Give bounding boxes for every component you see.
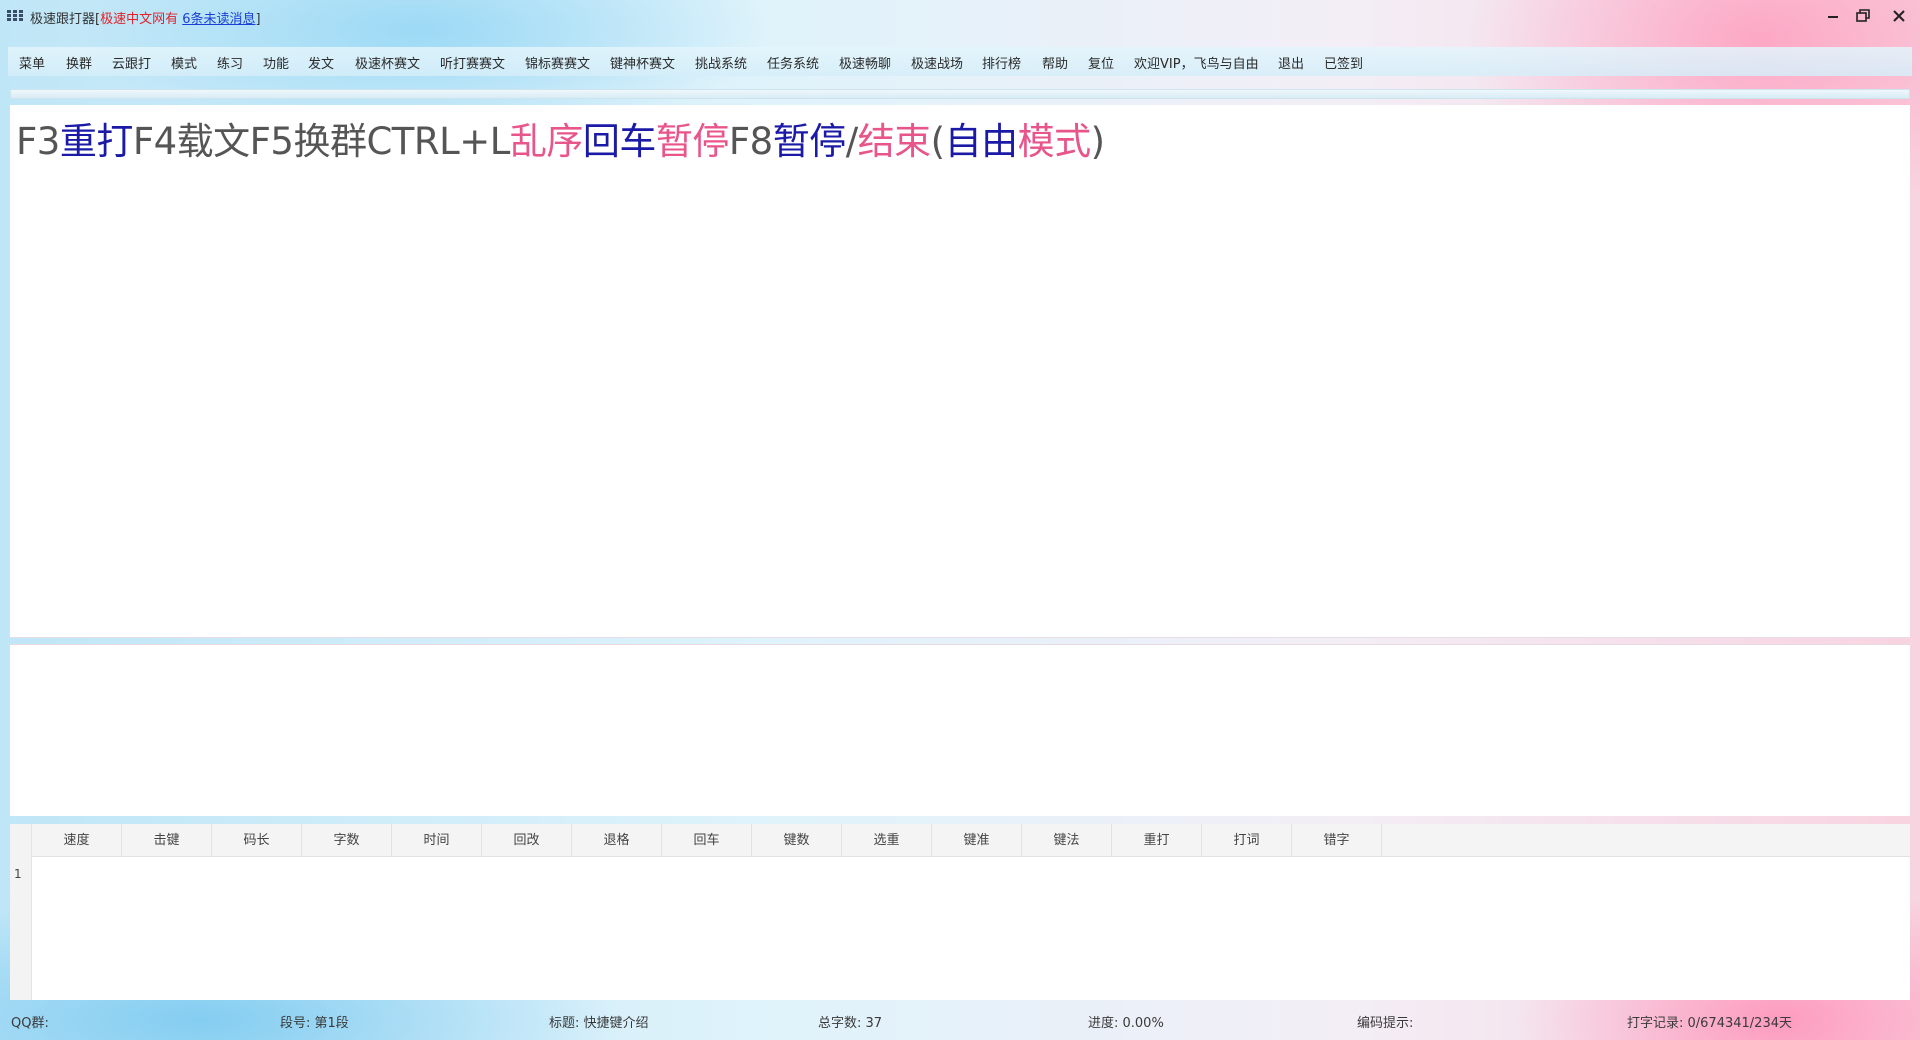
window-title: 极速跟打器[极速中文网有 6条未读消息]: [30, 8, 261, 27]
menu-item-leaderboard[interactable]: 排行榜: [982, 53, 1021, 72]
row-number: 1: [14, 867, 22, 881]
text-run: ): [1090, 120, 1105, 163]
column-wrong-chars[interactable]: 错字: [1292, 824, 1382, 857]
text-run: /: [845, 120, 858, 163]
column-backspace[interactable]: 退格: [572, 824, 662, 857]
menu-item-send-text[interactable]: 发文: [308, 53, 334, 72]
minimize-icon[interactable]: [1823, 6, 1843, 26]
menu-item-chat[interactable]: 极速畅聊: [839, 53, 891, 72]
text-run: 模式: [1017, 120, 1092, 163]
text-run: 结束: [857, 120, 932, 163]
column-revisions[interactable]: 回改: [482, 824, 572, 857]
menu-item-championship[interactable]: 锦标赛赛文: [525, 53, 590, 72]
close-icon[interactable]: [1889, 6, 1909, 26]
column-code-length[interactable]: 码长: [212, 824, 302, 857]
typing-input-area[interactable]: [10, 644, 1910, 816]
column-time[interactable]: 时间: [392, 824, 482, 857]
text-run: 暂停: [655, 120, 730, 163]
source-text-panel[interactable]: F3重打F4载文F5换群CTRL+L乱序回车暂停F8暂停/结束(自由模式): [10, 105, 1910, 638]
title-prefix: 极速跟打器[: [30, 12, 101, 27]
text-run: F3: [16, 120, 60, 163]
results-table: 速度 击键 码长 字数 时间 回改 退格 回车 键数 选重 键准 键法 重打 打…: [10, 824, 1910, 1000]
status-progress: 进度: 0.00%: [1088, 1016, 1164, 1031]
menu-item-switch-group[interactable]: 换群: [66, 53, 92, 72]
text-run: F8: [728, 120, 773, 163]
title-site: 极速中文网有: [100, 12, 179, 27]
app-menu-icon[interactable]: [7, 10, 23, 22]
status-code-hint: 编码提示:: [1357, 1016, 1414, 1031]
menu-item-tasks[interactable]: 任务系统: [767, 53, 819, 72]
text-run: F4载文F5换群CTRL+L: [132, 120, 511, 163]
column-word-typing[interactable]: 打词: [1202, 824, 1292, 857]
text-run: 暂停: [772, 120, 847, 163]
text-run: 乱序: [509, 120, 584, 163]
unread-messages-link[interactable]: 6条未读消息: [182, 12, 255, 27]
title-suffix: ]: [255, 12, 261, 27]
status-title: 标题: 快捷键介绍: [549, 1016, 649, 1031]
status-total-chars: 总字数: 37: [818, 1016, 883, 1031]
menu-item-challenge[interactable]: 挑战系统: [695, 53, 747, 72]
column-keystroke[interactable]: 击键: [122, 824, 212, 857]
menu-item-speed-cup[interactable]: 极速杯赛文: [355, 53, 420, 72]
menu-item-help[interactable]: 帮助: [1042, 53, 1068, 72]
menu-item-cloud-follow[interactable]: 云跟打: [112, 53, 151, 72]
menu-item-functions[interactable]: 功能: [263, 53, 289, 72]
menu-item-keygod-cup[interactable]: 键神杯赛文: [610, 53, 675, 72]
menu-item-listen-race[interactable]: 听打赛赛文: [440, 53, 505, 72]
status-typing-record: 打字记录: 0/674341/234天: [1627, 1016, 1792, 1031]
menu-item-practice[interactable]: 练习: [217, 53, 243, 72]
menu-item-menu[interactable]: 菜单: [19, 53, 45, 72]
column-key-method[interactable]: 键法: [1022, 824, 1112, 857]
menu-item-reset[interactable]: 复位: [1088, 53, 1114, 72]
status-bar: QQ群: 段号: 第1段 标题: 快捷键介绍 总字数: 37 进度: 0.00%…: [0, 1006, 1920, 1034]
restore-icon[interactable]: [1853, 6, 1873, 26]
source-text: F3重打F4载文F5换群CTRL+L乱序回车暂停F8暂停/结束(自由模式): [16, 111, 1105, 165]
menu-item-signed-in[interactable]: 已签到: [1324, 53, 1363, 72]
status-segment: 段号: 第1段: [280, 1016, 349, 1031]
row-header-gutter: [10, 824, 32, 1000]
text-run: 自由: [944, 120, 1019, 163]
text-run: (: [930, 120, 945, 163]
column-key-count[interactable]: 键数: [752, 824, 842, 857]
menu-bar: 菜单 换群 云跟打 模式 练习 功能 发文 极速杯赛文 听打赛赛文 锦标赛赛文 …: [8, 47, 1912, 76]
column-char-count[interactable]: 字数: [302, 824, 392, 857]
column-selection[interactable]: 选重: [842, 824, 932, 857]
column-enter[interactable]: 回车: [662, 824, 752, 857]
status-qq-group: QQ群:: [11, 1016, 49, 1031]
text-run: 回车: [582, 120, 657, 163]
menu-item-mode[interactable]: 模式: [171, 53, 197, 72]
menu-item-welcome-vip[interactable]: 欢迎VIP，飞鸟与自由: [1134, 53, 1259, 72]
title-bar: 极速跟打器[极速中文网有 6条未读消息]: [0, 0, 1920, 36]
menu-item-exit[interactable]: 退出: [1278, 53, 1304, 72]
table-header: 速度 击键 码长 字数 时间 回改 退格 回车 键数 选重 键准 键法 重打 打…: [10, 824, 1910, 857]
column-retype[interactable]: 重打: [1112, 824, 1202, 857]
column-key-accuracy[interactable]: 键准: [932, 824, 1022, 857]
text-run: 重打: [59, 120, 134, 163]
menu-item-battlefield[interactable]: 极速战场: [911, 53, 963, 72]
column-speed[interactable]: 速度: [32, 824, 122, 857]
typing-progress-bar: [10, 89, 1910, 99]
